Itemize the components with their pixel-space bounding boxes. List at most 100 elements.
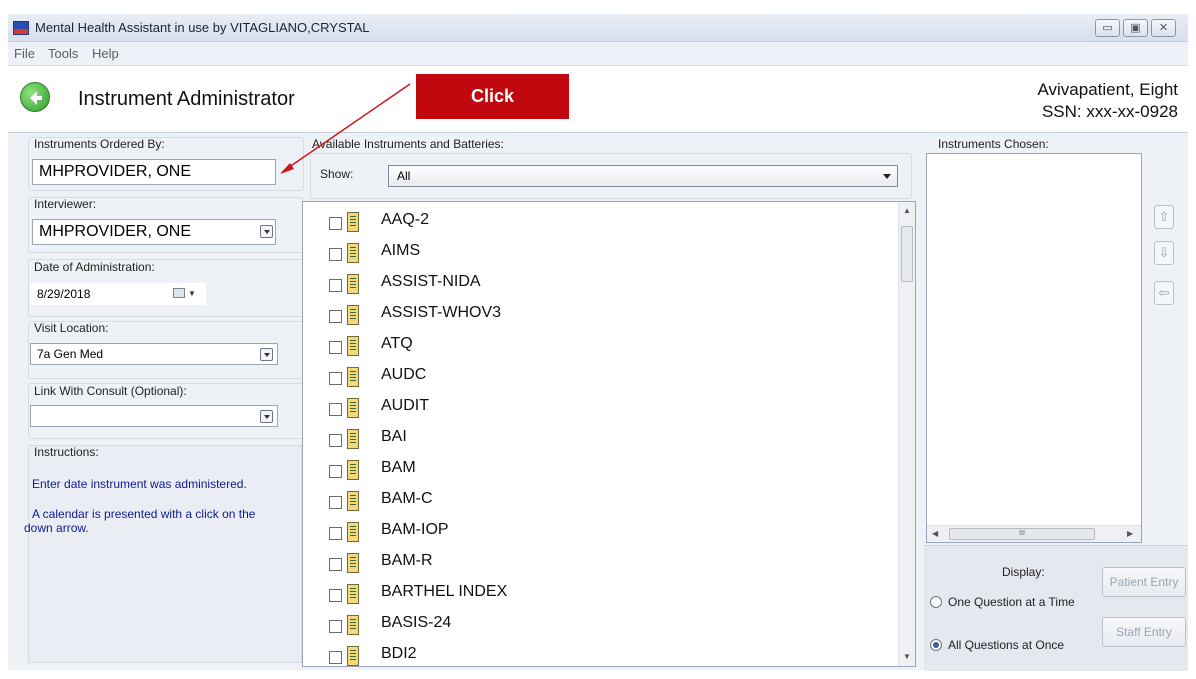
date-label: Date of Administration: (34, 260, 155, 274)
document-icon (347, 212, 359, 232)
interviewer-label: Interviewer: (34, 197, 97, 211)
list-item[interactable]: AUDIT (329, 396, 869, 426)
header: Instrument Administrator Click Avivapati… (8, 66, 1188, 132)
menu-help[interactable]: Help (92, 46, 119, 61)
instrument-label: BAM (381, 459, 416, 476)
interviewer-field[interactable]: MHPROVIDER, ONE (32, 219, 276, 245)
checkbox[interactable] (329, 279, 342, 292)
document-icon (347, 491, 359, 511)
show-label: Show: (320, 167, 354, 181)
list-item[interactable]: AIMS (329, 241, 869, 271)
available-instruments-label: Available Instruments and Batteries: (312, 137, 504, 151)
checkbox[interactable] (329, 248, 342, 261)
instrument-label: BASIS-24 (381, 614, 452, 631)
scrollbar-thumb[interactable]: III (949, 528, 1095, 540)
document-icon (347, 646, 359, 666)
move-up-icon[interactable]: ⇧ (1154, 205, 1174, 229)
visit-location-label: Visit Location: (34, 321, 109, 335)
list-item[interactable]: ASSIST-NIDA (329, 272, 869, 302)
list-item[interactable]: BAM (329, 458, 869, 488)
checkbox[interactable] (329, 403, 342, 416)
calendar-icon[interactable] (173, 288, 185, 298)
instrument-label: BARTHEL INDEX (381, 583, 508, 600)
checkbox[interactable] (329, 620, 342, 633)
list-item[interactable]: BAM-IOP (329, 520, 869, 550)
instrument-label: ASSIST-NIDA (381, 273, 481, 290)
checkbox[interactable] (329, 310, 342, 323)
instructions-line-2: A calendar is presented with a click on … (32, 507, 256, 521)
one-question-radio[interactable] (930, 596, 942, 608)
menu-file[interactable]: File (14, 46, 35, 61)
scroll-up-icon[interactable]: ▲ (903, 206, 911, 215)
menu-tools[interactable]: Tools (48, 46, 78, 61)
patient-entry-button[interactable]: Patient Entry (1102, 567, 1186, 597)
instrument-label: AUDIT (381, 397, 429, 414)
list-item[interactable]: ASSIST-WHOV3 (329, 303, 869, 333)
ordered-by-label: Instruments Ordered By: (34, 137, 165, 151)
checkbox[interactable] (329, 651, 342, 664)
list-item[interactable]: AAQ-2 (329, 210, 869, 240)
maximize-button[interactable]: ▣ (1123, 19, 1148, 37)
list-item[interactable]: AUDC (329, 365, 869, 395)
document-icon (347, 522, 359, 542)
available-instruments-list[interactable]: AAQ-2 AIMS ASSIST-NIDA ASSIST-WHOV3 ATQ … (302, 201, 916, 667)
document-icon (347, 398, 359, 418)
instruments-chosen-list[interactable]: ◀ III ▶ (926, 153, 1142, 543)
interviewer-dropdown-icon[interactable] (260, 225, 273, 238)
checkbox[interactable] (329, 496, 342, 509)
visit-location-dropdown-icon[interactable] (260, 348, 273, 361)
date-dropdown-icon[interactable]: ▼ (188, 289, 196, 298)
list-item[interactable]: BAM-R (329, 551, 869, 581)
back-arrow-icon[interactable] (20, 82, 50, 112)
document-icon (347, 243, 359, 263)
consult-label: Link With Consult (Optional): (34, 384, 187, 398)
patient-ssn: SSN: xxx-xx-0928 (1041, 102, 1178, 121)
remove-left-icon[interactable]: ⇦ (1154, 281, 1174, 305)
window-controls: ▭ ▣ ✕ (1095, 19, 1176, 37)
minimize-button[interactable]: ▭ (1095, 19, 1120, 37)
scroll-down-icon[interactable]: ▼ (903, 652, 911, 661)
document-icon (347, 584, 359, 604)
instrument-label: AUDC (381, 366, 427, 383)
one-question-label[interactable]: One Question at a Time (948, 595, 1075, 609)
checkbox[interactable] (329, 372, 342, 385)
instrument-label: AIMS (381, 242, 421, 259)
instrument-list-scrollbar[interactable]: ▲ ▼ (898, 202, 915, 666)
list-item[interactable]: BAM-C (329, 489, 869, 519)
checkbox[interactable] (329, 465, 342, 478)
staff-entry-button[interactable]: Staff Entry (1102, 617, 1186, 647)
checkbox[interactable] (329, 558, 342, 571)
checkbox[interactable] (329, 217, 342, 230)
checkbox[interactable] (329, 589, 342, 602)
instructions-line-3: down arrow. (24, 521, 89, 535)
all-questions-radio[interactable] (930, 639, 942, 651)
list-item[interactable]: BARTHEL INDEX (329, 582, 869, 612)
scrollbar-thumb[interactable] (901, 226, 913, 282)
document-icon (347, 429, 359, 449)
click-callout: Click (416, 74, 569, 119)
move-down-icon[interactable]: ⇩ (1154, 241, 1174, 265)
display-label: Display: (1002, 565, 1045, 579)
all-questions-label[interactable]: All Questions at Once (948, 638, 1064, 652)
scroll-left-icon[interactable]: ◀ (932, 529, 938, 538)
document-icon (347, 615, 359, 635)
visit-location-field[interactable]: 7a Gen Med (30, 343, 278, 365)
ordered-by-field[interactable]: MHPROVIDER, ONE (32, 159, 276, 185)
document-icon (347, 553, 359, 573)
close-button[interactable]: ✕ (1151, 19, 1176, 37)
show-filter-select[interactable]: All (388, 165, 898, 187)
consult-dropdown-icon[interactable] (260, 410, 273, 423)
checkbox[interactable] (329, 434, 342, 447)
scroll-right-icon[interactable]: ▶ (1127, 529, 1133, 538)
document-icon (347, 274, 359, 294)
list-item[interactable]: BASIS-24 (329, 613, 869, 643)
checkbox[interactable] (329, 341, 342, 354)
instrument-label: BAM-C (381, 490, 433, 507)
list-item[interactable]: BDI2 (329, 644, 869, 666)
consult-field[interactable] (30, 405, 278, 427)
checkbox[interactable] (329, 527, 342, 540)
list-item[interactable]: BAI (329, 427, 869, 457)
chosen-list-scrollbar[interactable]: ◀ III ▶ (927, 525, 1141, 542)
list-item[interactable]: ATQ (329, 334, 869, 364)
patient-name: Avivapatient, Eight (1037, 80, 1179, 99)
